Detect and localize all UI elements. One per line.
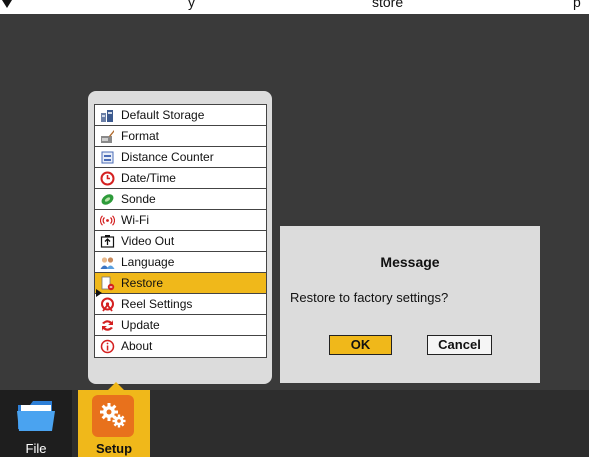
- distance-counter-icon: [100, 150, 115, 165]
- setup-menu-list: Default Storage Format Distance Counter …: [94, 104, 267, 358]
- menu-item-wi-fi[interactable]: Wi-Fi: [95, 210, 266, 231]
- clock-icon: [100, 171, 115, 186]
- menu-item-restore[interactable]: Restore: [95, 273, 266, 294]
- dialog-message: Restore to factory settings?: [290, 290, 449, 305]
- menu-item-about[interactable]: About: [95, 336, 266, 357]
- menu-item-format[interactable]: Format: [95, 126, 266, 147]
- menu-item-label: Language: [121, 255, 175, 269]
- topbar-text-fragment-2: store: [372, 0, 404, 10]
- menu-item-label: Restore: [121, 276, 164, 290]
- menu-item-label: Update: [121, 318, 160, 332]
- dock-file-button[interactable]: File: [0, 390, 72, 457]
- menu-item-video-out[interactable]: Video Out: [95, 231, 266, 252]
- setup-menu-panel: Default Storage Format Distance Counter …: [88, 91, 272, 384]
- storage-icon: [100, 108, 115, 123]
- language-icon: [100, 255, 115, 270]
- restore-icon: [100, 276, 115, 291]
- menu-item-label: Video Out: [121, 234, 175, 248]
- gears-icon: [92, 395, 134, 437]
- menu-item-label: Wi-Fi: [121, 213, 149, 227]
- format-icon: [100, 129, 115, 144]
- wifi-icon: [100, 213, 115, 228]
- bottom-dock: File Setup: [0, 390, 589, 457]
- topbar-text-fragment-3: p: [573, 0, 581, 10]
- message-dialog: Message Restore to factory settings? OK …: [280, 226, 540, 383]
- menu-item-distance-counter[interactable]: Distance Counter: [95, 147, 266, 168]
- sonde-icon: [100, 192, 115, 207]
- menu-item-date-time[interactable]: Date/Time: [95, 168, 266, 189]
- menu-item-label: About: [121, 339, 153, 353]
- dock-setup-label: Setup: [95, 441, 133, 456]
- menu-item-label: Distance Counter: [121, 150, 214, 164]
- caret-down-icon: [2, 0, 12, 8]
- update-icon: [100, 318, 115, 333]
- menu-item-label: Format: [121, 129, 160, 143]
- ok-button[interactable]: OK: [329, 335, 392, 355]
- menu-item-language[interactable]: Language: [95, 252, 266, 273]
- video-out-icon: [100, 234, 115, 249]
- menu-item-label: Reel Settings: [121, 297, 193, 311]
- menu-item-default-storage[interactable]: Default Storage: [95, 105, 266, 126]
- cancel-button[interactable]: Cancel: [427, 335, 492, 355]
- dialog-title: Message: [380, 254, 440, 270]
- info-icon: [100, 339, 115, 354]
- menu-item-label: Default Storage: [121, 108, 205, 122]
- menu-item-label: Sonde: [121, 192, 156, 206]
- menu-item-sonde[interactable]: Sonde: [95, 189, 266, 210]
- selection-arrow-icon: [96, 289, 102, 297]
- dock-file-label: File: [25, 441, 47, 456]
- menu-item-update[interactable]: Update: [95, 315, 266, 336]
- top-status-bar: y store p: [0, 0, 589, 14]
- menu-item-label: Date/Time: [121, 171, 176, 185]
- reel-icon: [100, 297, 115, 312]
- topbar-text-fragment-1: y: [188, 0, 195, 10]
- dock-setup-button[interactable]: Setup: [78, 390, 150, 457]
- folder-icon: [15, 395, 57, 437]
- menu-item-reel-settings[interactable]: Reel Settings: [95, 294, 266, 315]
